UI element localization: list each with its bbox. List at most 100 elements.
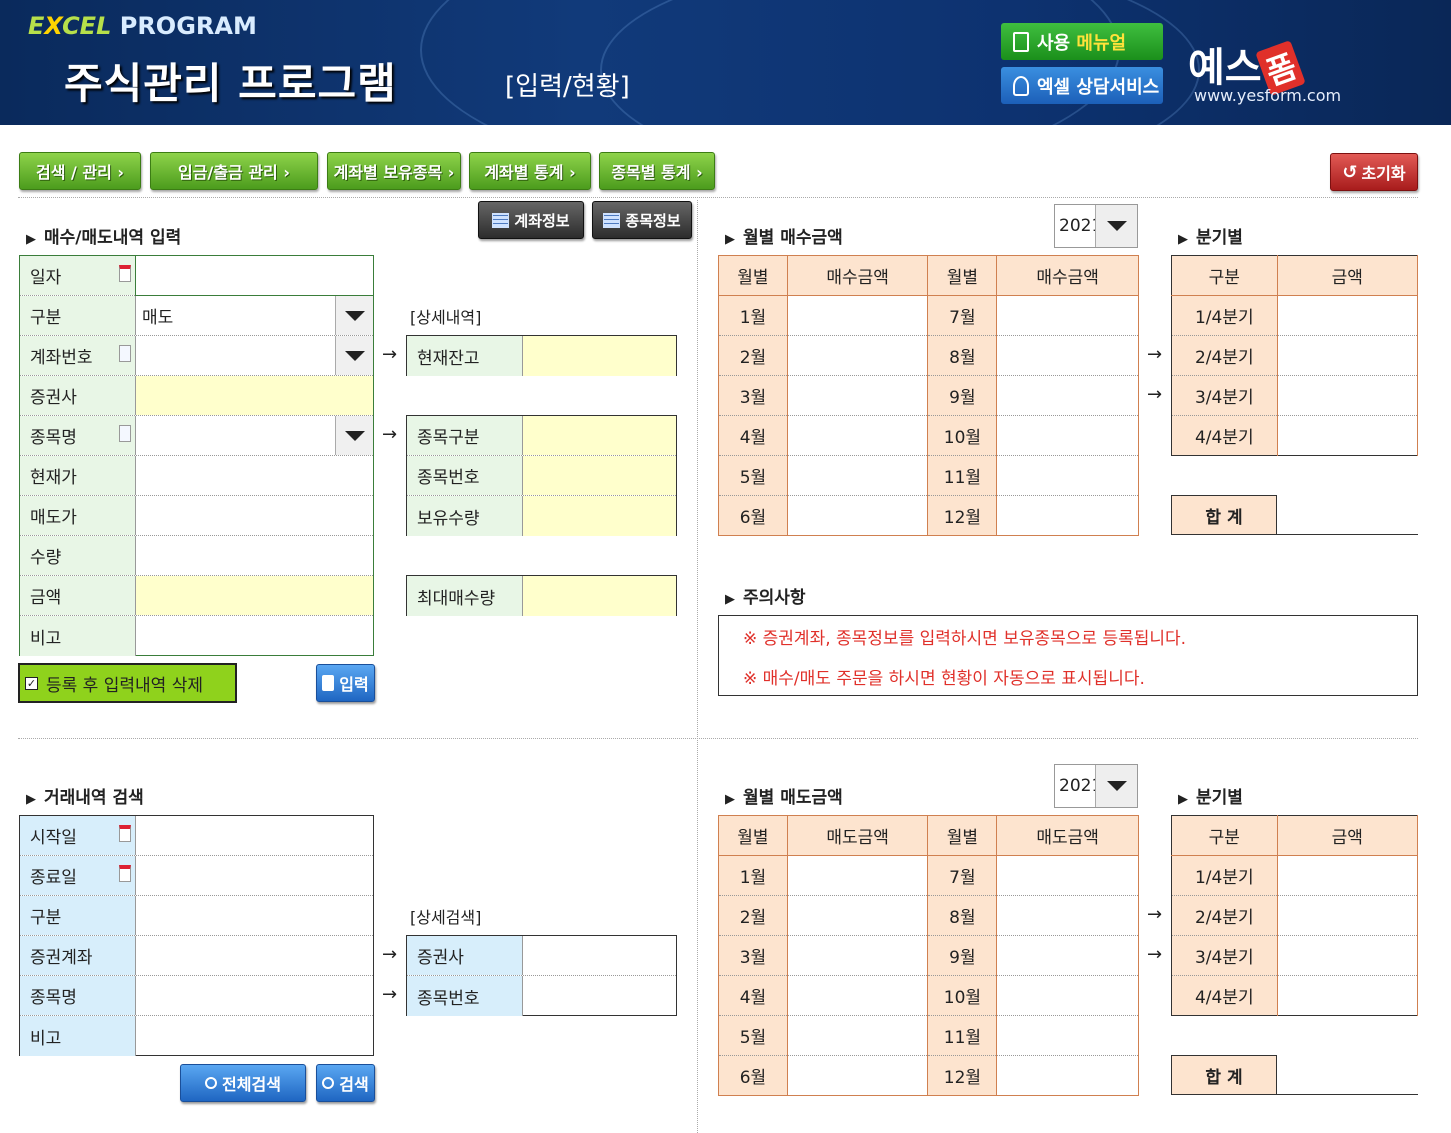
current-price-input[interactable]: [136, 456, 373, 495]
amount-header: 금액: [1277, 255, 1419, 296]
amount-cell: [996, 895, 1139, 936]
table-row: 2/4분기: [1171, 895, 1419, 936]
amount-cell: [996, 855, 1139, 896]
amount-cell: [1277, 855, 1419, 896]
amount-cell: [787, 855, 929, 896]
search-note-input[interactable]: [136, 1016, 373, 1056]
nav-account-holdings[interactable]: 계좌별 보유종목 ›: [327, 152, 461, 190]
account-info-button[interactable]: 계좌정보: [478, 201, 584, 239]
form-row-type: 구분 매도: [20, 296, 373, 336]
date-input[interactable]: [135, 255, 374, 296]
table-header: 구분 금액: [1171, 255, 1419, 296]
stock-select[interactable]: [136, 416, 373, 455]
sell-total-row: 합 계: [1171, 1055, 1418, 1095]
type-header: 구분: [1171, 815, 1278, 856]
account-select[interactable]: [136, 336, 373, 375]
nav-search-manage[interactable]: 검색 / 관리 ›: [19, 152, 141, 190]
amount-cell: [787, 1015, 929, 1056]
amount-cell: [1277, 895, 1419, 936]
sell-quarter-table: 구분 금액 1/4분기 2/4분기 3/4분기 4/4분기: [1171, 815, 1419, 1016]
form-row-note: 비고: [20, 616, 373, 656]
calendar-icon[interactable]: [119, 865, 131, 882]
table-header: 월별 매수금액 월별 매수금액: [718, 255, 1139, 296]
month-cell: 2월: [718, 335, 788, 376]
form-row-date: 일자: [20, 255, 374, 296]
document-icon[interactable]: [119, 425, 131, 442]
sell-year-select[interactable]: 2021: [1054, 764, 1138, 808]
input-button[interactable]: 입력: [316, 664, 375, 702]
nav-account-stats[interactable]: 계좌별 통계 ›: [469, 152, 591, 190]
type-select[interactable]: 매도: [136, 296, 373, 335]
document-icon[interactable]: [119, 345, 131, 362]
search-all-button[interactable]: 전체검색: [180, 1064, 306, 1102]
chevron-down-icon[interactable]: [1095, 205, 1137, 247]
divider: [18, 738, 1418, 739]
note-line: ※ 매수/매도 주문을 하시면 현황이 자동으로 표시됩니다.: [743, 669, 1145, 689]
month-cell: 5월: [718, 1015, 788, 1056]
table-row: 1/4분기: [1171, 855, 1419, 896]
table-row: 4월 10월: [718, 975, 1139, 1016]
table-row: 2/4분기: [1171, 335, 1419, 376]
table-row: 4월 10월: [718, 415, 1139, 456]
sell-price-input[interactable]: [136, 496, 373, 535]
amount-cell: [787, 1055, 929, 1096]
arrow-icon: →: [1147, 944, 1163, 965]
quarter-cell: 2/4분기: [1171, 335, 1278, 376]
sell-monthly-table: 월별 매도금액 월별 매도금액 1월 7월 2월 8월 3월 9월 4월 10월 5월 11월 6월 12월: [718, 815, 1139, 1096]
search-icon: [322, 1077, 335, 1089]
end-date-input[interactable]: [136, 856, 373, 895]
delete-after-register-checkbox[interactable]: ✓ 등록 후 입력내역 삭제: [18, 663, 237, 703]
quarter-cell: 3/4분기: [1171, 935, 1278, 976]
table-row: 5월 11월: [718, 1015, 1139, 1056]
amount-cell: [996, 935, 1139, 976]
buy-year-select[interactable]: 2021: [1054, 204, 1138, 248]
form-row-sell-price: 매도가: [20, 496, 373, 536]
reset-button[interactable]: ↺ 초기화: [1330, 153, 1418, 191]
chevron-down-icon[interactable]: [335, 296, 373, 335]
month-header: 월별: [927, 815, 998, 856]
search-button[interactable]: 검색: [316, 1064, 375, 1102]
sell-monthly-title: 월별 매도금액: [725, 783, 843, 808]
form-row-account: 계좌번호: [20, 336, 373, 376]
search-broker-field: [523, 936, 676, 975]
month-cell: 10월: [927, 415, 998, 456]
quantity-input[interactable]: [136, 536, 373, 575]
manual-button[interactable]: 사용 메뉴얼: [1001, 23, 1163, 60]
chevron-down-icon[interactable]: [335, 336, 373, 375]
month-cell: 4월: [718, 415, 788, 456]
chevron-down-icon[interactable]: [1095, 765, 1137, 807]
arrow-icon: →: [382, 424, 398, 445]
month-cell: 7월: [927, 295, 998, 336]
calendar-icon[interactable]: [119, 825, 131, 842]
search-type-input[interactable]: [136, 896, 373, 935]
table-row: 3월 9월: [718, 375, 1139, 416]
arrow-icon: →: [382, 944, 398, 965]
month-header: 월별: [718, 255, 788, 296]
quarter-cell: 1/4분기: [1171, 855, 1278, 896]
detail-max-buy: 최대매수량: [406, 575, 677, 616]
table-row: 4/4분기: [1171, 415, 1419, 456]
reset-icon: ↺: [1342, 161, 1358, 183]
app-title: 주식관리 프로그램: [64, 59, 397, 108]
search-account-input[interactable]: [136, 936, 373, 975]
table-row: 3월 9월: [718, 935, 1139, 976]
search-stock-input[interactable]: [136, 976, 373, 1015]
arrow-icon: →: [1147, 904, 1163, 925]
table-row: 2월 8월: [718, 335, 1139, 376]
checkbox-icon[interactable]: ✓: [25, 676, 38, 690]
nav-stock-stats[interactable]: 종목별 통계 ›: [599, 152, 715, 190]
form-row-broker: 증권사: [20, 376, 373, 416]
table-row: 1월 7월: [718, 855, 1139, 896]
month-cell: 1월: [718, 855, 788, 896]
consult-button[interactable]: 엑셀 상담서비스: [1001, 67, 1163, 104]
calendar-icon[interactable]: [119, 265, 131, 282]
buy-quarter-table: 구분 금액 1/4분기 2/4분기 3/4분기 4/4분기: [1171, 255, 1419, 456]
note-input[interactable]: [136, 616, 373, 656]
quarter-cell: 2/4분기: [1171, 895, 1278, 936]
chevron-down-icon[interactable]: [335, 416, 373, 455]
month-cell: 11월: [927, 1015, 998, 1056]
start-date-input[interactable]: [136, 816, 373, 855]
nav-deposit-withdraw[interactable]: 입금/출금 관리 ›: [150, 152, 318, 190]
stock-info-button[interactable]: 종목정보: [592, 201, 692, 239]
quarter-cell: 4/4분기: [1171, 415, 1278, 456]
